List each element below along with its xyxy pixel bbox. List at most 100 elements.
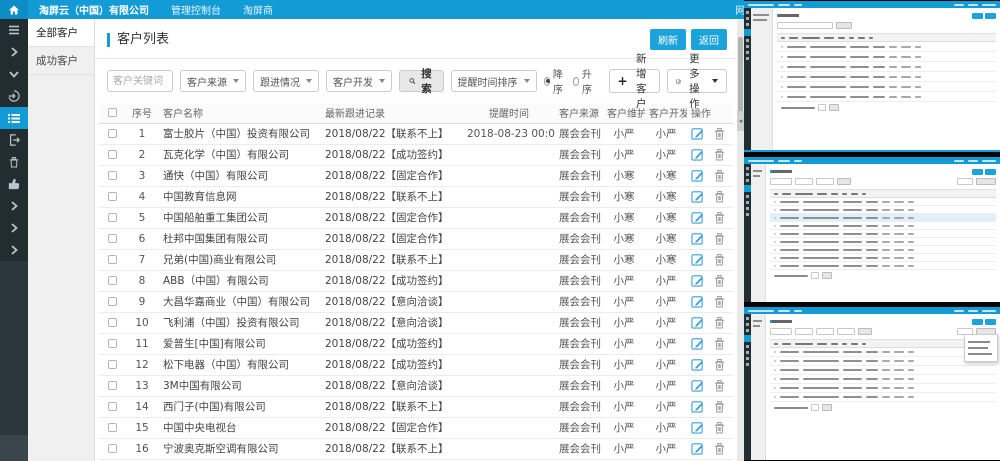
row-checkbox[interactable]	[108, 318, 117, 327]
table-row[interactable]: 2 瓦克化学（中国）有限公司 2018/08/22【成功签约】 展会会刊 小严 …	[99, 144, 733, 165]
customer-list-preview[interactable]	[744, 307, 1000, 460]
table-row[interactable]: 14 西门子(中国)有限公司 2018/08/22【联系不上】 展会会刊 小严 …	[99, 396, 733, 417]
edit-icon[interactable]	[691, 358, 704, 371]
delete-icon[interactable]	[714, 232, 725, 245]
table-row[interactable]: 4 中国教育信息网 2018/08/22【联系不上】 展会会刊 小寒 小寒	[99, 186, 733, 207]
edit-icon[interactable]	[691, 337, 704, 350]
row-checkbox[interactable]	[108, 276, 117, 285]
vertical-scrollbar[interactable]: ◂	[737, 19, 744, 461]
delete-icon[interactable]	[714, 253, 725, 266]
thumbs-up-icon[interactable]	[0, 173, 28, 195]
table-row[interactable]: 16 宁波奥克斯空调有限公司 2018/08/22【联系不上】 展会会刊 小严 …	[99, 438, 733, 459]
trash-icon[interactable]	[0, 151, 28, 173]
refresh-button[interactable]: 刷新	[650, 29, 686, 50]
row-checkbox[interactable]	[108, 234, 117, 243]
chevron-right-icon[interactable]	[0, 217, 28, 239]
customer-name[interactable]: 中国教育信息网	[159, 186, 321, 207]
chevron-right-icon[interactable]	[0, 41, 28, 63]
menu-icon[interactable]	[0, 19, 28, 41]
source-select[interactable]: 客户来源	[180, 70, 246, 92]
table-row[interactable]: 8 ABB（中国）有限公司 2018/08/22【成功签约】 展会会刊 小严 小…	[99, 270, 733, 291]
list-icon[interactable]	[0, 107, 28, 129]
table-row[interactable]: 5 中国船舶重工集团公司 2018/08/22【固定合作】 展会会刊 小寒 小寒	[99, 207, 733, 228]
delete-icon[interactable]	[714, 148, 725, 161]
row-checkbox[interactable]	[108, 171, 117, 180]
followup-list-preview[interactable]	[744, 157, 1000, 302]
keyword-input[interactable]	[107, 70, 173, 92]
delete-icon[interactable]	[714, 400, 725, 413]
home-icon[interactable]	[0, 0, 28, 19]
delete-icon[interactable]	[714, 169, 725, 182]
edit-icon[interactable]	[691, 253, 704, 266]
reminder-sort-select[interactable]: 提醒时间排序	[451, 70, 537, 92]
edit-icon[interactable]	[691, 379, 704, 392]
nav-taopingshang[interactable]: 淘屏商	[232, 0, 284, 19]
search-button[interactable]: 搜索	[399, 70, 444, 92]
scrollbar-thumb[interactable]	[738, 37, 743, 115]
delete-icon[interactable]	[714, 421, 725, 434]
edit-icon[interactable]	[691, 316, 704, 329]
chevron-right-icon[interactable]	[0, 195, 28, 217]
customer-stats-preview[interactable]	[744, 1, 1000, 152]
row-checkbox[interactable]	[108, 213, 117, 222]
select-all-checkbox[interactable]	[108, 108, 117, 117]
edit-icon[interactable]	[691, 190, 704, 203]
edit-icon[interactable]	[691, 421, 704, 434]
delete-icon[interactable]	[714, 274, 725, 287]
customer-name[interactable]: 杜邦中国集团有限公司	[159, 228, 321, 249]
edit-icon[interactable]	[691, 400, 704, 413]
edit-icon[interactable]	[691, 169, 704, 182]
sidebar-item-success-customers[interactable]: 成功客户	[28, 47, 94, 75]
row-checkbox[interactable]	[108, 192, 117, 201]
delete-icon[interactable]	[714, 190, 725, 203]
customer-name[interactable]: 3M中国有限公司	[159, 375, 321, 396]
collapse-handle[interactable]: ◂	[737, 111, 744, 131]
delete-icon[interactable]	[714, 316, 725, 329]
nav-admin-console[interactable]: 管理控制台	[160, 0, 232, 19]
row-checkbox[interactable]	[108, 423, 117, 432]
chevron-right-icon[interactable]	[0, 239, 28, 261]
table-row[interactable]: 9 大昌华嘉商业（中国）有限公司 2018/08/22【意向洽谈】 展会会刊 小…	[99, 291, 733, 312]
customer-name[interactable]: 瓦克化学（中国）有限公司	[159, 144, 321, 165]
sort-asc-radio[interactable]: 升序	[573, 66, 595, 96]
sidebar-item-all-customers[interactable]: 全部客户	[28, 19, 94, 47]
more-actions-button[interactable]: 更多操作	[667, 69, 727, 93]
row-checkbox[interactable]	[108, 444, 117, 453]
customer-name[interactable]: 通快（中国）有限公司	[159, 165, 321, 186]
row-checkbox[interactable]	[108, 297, 117, 306]
edit-icon[interactable]	[691, 211, 704, 224]
edit-icon[interactable]	[691, 148, 704, 161]
customer-name[interactable]: 中国中央电视台	[159, 417, 321, 438]
customer-name[interactable]: 富士胶片（中国）投资有限公司	[159, 123, 321, 144]
table-row[interactable]: 15 中国中央电视台 2018/08/22【固定合作】 展会会刊 小严 小严	[99, 417, 733, 438]
sort-desc-radio[interactable]: 降序	[544, 66, 566, 96]
develop-select[interactable]: 客户开发	[326, 70, 392, 92]
table-row[interactable]: 1 富士胶片（中国）投资有限公司 2018/08/22【联系不上】 2018-0…	[99, 123, 733, 144]
edit-icon[interactable]	[691, 295, 704, 308]
chevron-down-icon[interactable]	[0, 63, 28, 85]
edit-icon[interactable]	[691, 232, 704, 245]
row-checkbox[interactable]	[108, 360, 117, 369]
customer-name[interactable]: 兄弟(中国)商业有限公司	[159, 249, 321, 270]
row-checkbox[interactable]	[108, 150, 117, 159]
delete-icon[interactable]	[714, 379, 725, 392]
add-customer-button[interactable]: +新增客户	[609, 69, 660, 93]
customer-name[interactable]: 飞利浦（中国）投资有限公司	[159, 312, 321, 333]
sign-out-icon[interactable]	[0, 129, 28, 151]
brand-company-name[interactable]: 淘屏云（中国）有限公司	[28, 0, 160, 19]
customer-name[interactable]: 西门子(中国)有限公司	[159, 396, 321, 417]
more-actions-dropdown[interactable]	[964, 334, 998, 362]
sign-in-icon[interactable]	[0, 85, 28, 107]
table-row[interactable]: 11 爱普生[中国]有限公司 2018/08/22【成功签约】 展会会刊 小严 …	[99, 333, 733, 354]
customer-name[interactable]: 松下电器（中国）有限公司	[159, 354, 321, 375]
delete-icon[interactable]	[714, 337, 725, 350]
delete-icon[interactable]	[714, 127, 725, 140]
customer-name[interactable]: ABB（中国）有限公司	[159, 270, 321, 291]
table-row[interactable]: 3 通快（中国）有限公司 2018/08/22【固定合作】 展会会刊 小寒 小寒	[99, 165, 733, 186]
customer-name[interactable]: 大昌华嘉商业（中国）有限公司	[159, 291, 321, 312]
customer-name[interactable]: 宁波奥克斯空调有限公司	[159, 438, 321, 459]
table-row[interactable]: 13 3M中国有限公司 2018/08/22【意向洽谈】 展会会刊 小严 小严	[99, 375, 733, 396]
row-checkbox[interactable]	[108, 381, 117, 390]
table-row[interactable]: 12 松下电器（中国）有限公司 2018/08/22【成功签约】 展会会刊 小严…	[99, 354, 733, 375]
row-checkbox[interactable]	[108, 129, 117, 138]
